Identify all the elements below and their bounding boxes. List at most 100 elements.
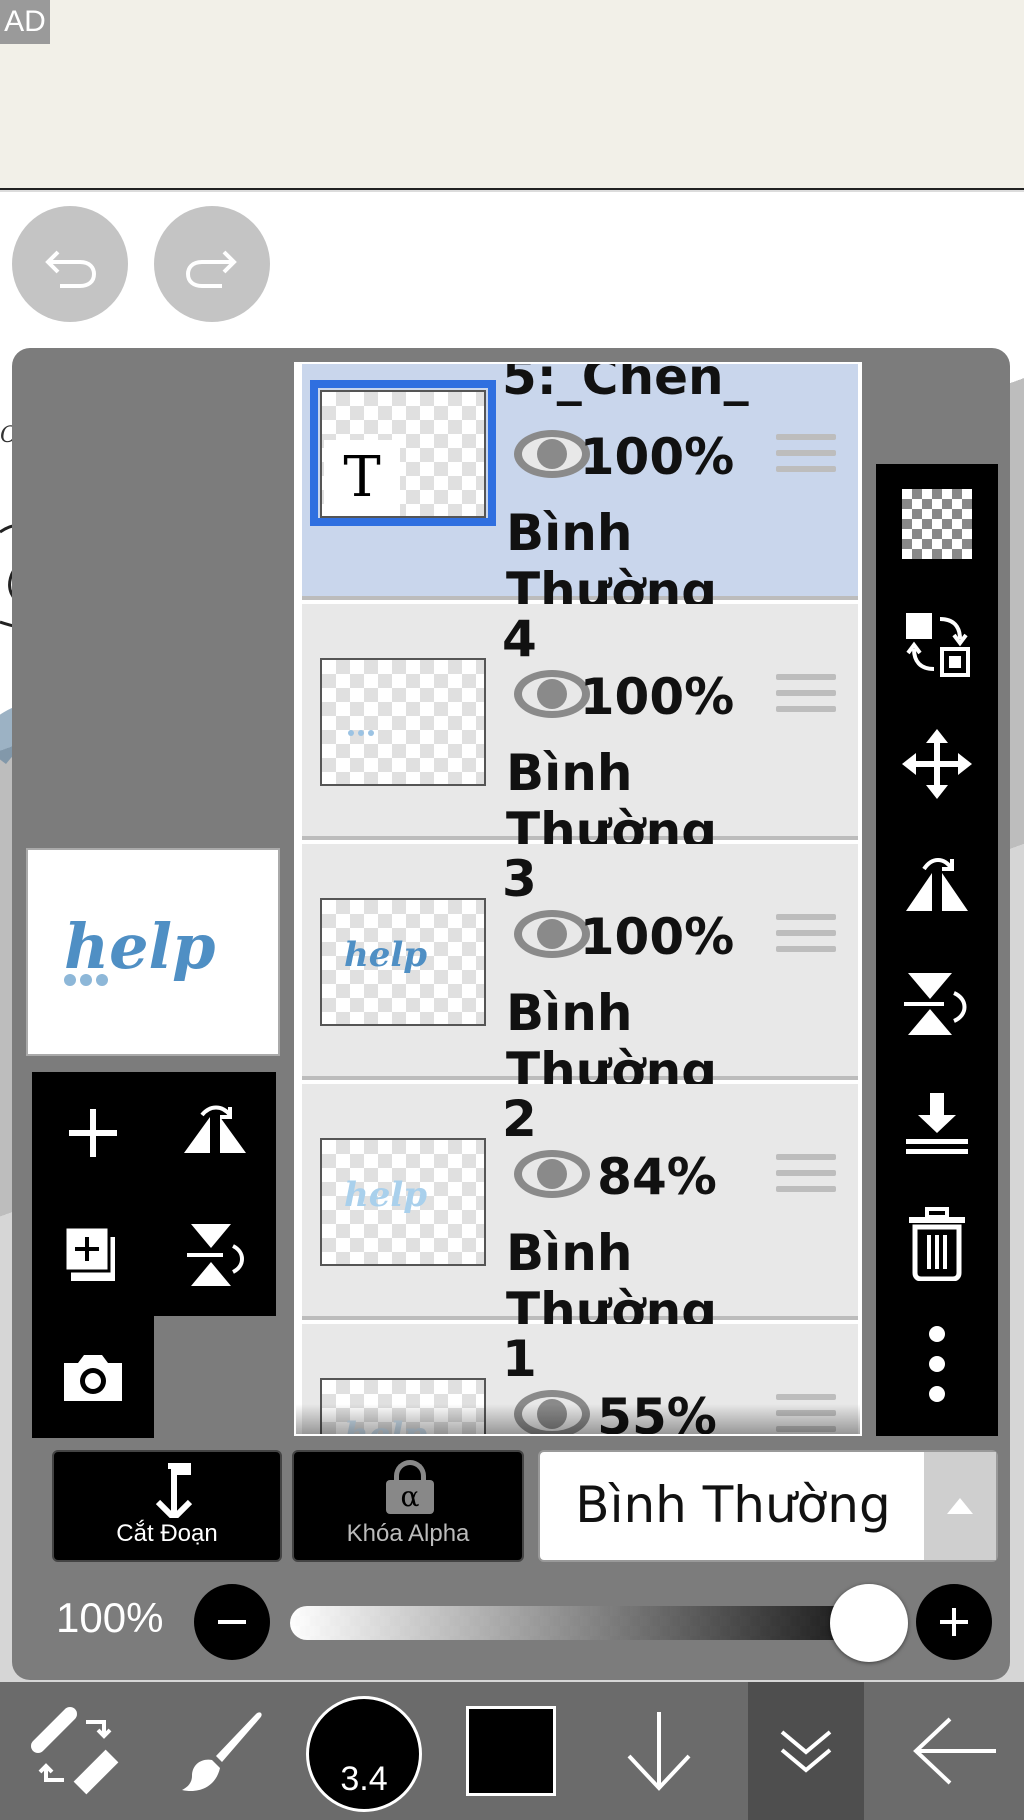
redo-icon (185, 250, 237, 288)
opacity-decrease-button[interactable] (194, 1584, 270, 1660)
flip-horizontal-icon (184, 1105, 246, 1153)
brush-size-indicator[interactable]: 3.4 (306, 1696, 422, 1812)
arrow-down-icon (627, 1712, 691, 1791)
tool-switch-button[interactable] (20, 1682, 130, 1820)
delete-layer-button[interactable] (876, 1184, 998, 1304)
transparency-button[interactable] (876, 464, 998, 584)
double-chevron-down-icon (780, 1730, 832, 1773)
move-icon (902, 729, 972, 799)
minus-icon (218, 1620, 246, 1624)
blend-mode-value: Bình Thường (575, 1476, 891, 1534)
layer-opacity: 100% (579, 668, 735, 726)
swap-icon (906, 613, 970, 677)
plus-icon (940, 1608, 968, 1636)
arrow-left-icon (913, 1717, 996, 1785)
drag-handle-icon[interactable] (776, 434, 836, 482)
layer-blend-mode: Bình Thường (506, 1224, 718, 1340)
drag-handle-icon[interactable] (776, 674, 836, 722)
alpha-symbol: α (386, 1480, 434, 1514)
layer-name: 3 (502, 850, 537, 908)
brush-icon (182, 1712, 262, 1792)
checkerboard-icon (902, 489, 972, 559)
color-swatch[interactable] (466, 1706, 556, 1796)
camera-button[interactable] (32, 1316, 154, 1438)
chevron-up-icon[interactable] (924, 1452, 996, 1560)
alpha-lock-button[interactable]: α Khóa Alpha (292, 1450, 524, 1562)
flip-horizontal-right-button[interactable] (876, 824, 998, 944)
ad-tag: AD (0, 0, 50, 44)
lock-icon: α (386, 1460, 434, 1514)
layer-name: 1 (502, 1330, 537, 1388)
duplicate-icon (63, 1225, 115, 1281)
clipping-label: Cắt Đoạn (116, 1520, 218, 1547)
merge-down-icon (906, 1093, 968, 1154)
layer-row-2[interactable]: help 2 84% Bình Thường (302, 1084, 858, 1340)
drag-handle-icon[interactable] (776, 1154, 836, 1202)
layer-thumbnail: T (320, 390, 486, 518)
plus-icon (69, 1109, 117, 1157)
layer-blend-mode: Bình Thường (506, 744, 718, 860)
layer-opacity: 84% (597, 1148, 717, 1206)
flip-horizontal-button[interactable] (154, 1072, 276, 1194)
clipping-button[interactable]: Cắt Đoạn (52, 1450, 282, 1562)
back-button[interactable] (900, 1682, 1010, 1820)
layer-list[interactable]: T 5:_Chen_ 100% Bình Thường 4 100% Bình … (294, 362, 862, 1436)
tool-switch-icon (31, 1707, 119, 1795)
layer-row-4[interactable]: 4 100% Bình Thường (302, 604, 858, 860)
more-icon (929, 1326, 945, 1402)
flip-horizontal-icon (906, 858, 968, 911)
swap-layer-button[interactable] (876, 584, 998, 704)
layer-name: 2 (502, 1090, 537, 1148)
clipping-icon (155, 1463, 193, 1518)
list-fade (296, 1404, 860, 1434)
flip-vertical-icon (187, 1224, 244, 1286)
opacity-value: 100% (56, 1594, 164, 1641)
canvas-preview[interactable]: help (26, 848, 280, 1056)
duplicate-layer-button[interactable] (32, 1194, 154, 1316)
layer-tools-right (876, 464, 998, 1436)
blend-mode-select[interactable]: Bình Thường (538, 1450, 998, 1562)
camera-icon (64, 1355, 122, 1401)
layer-blend-mode: Bình Thường (506, 504, 718, 620)
flip-vertical-button[interactable] (154, 1194, 276, 1316)
layer-blend-mode: Bình Thường (506, 984, 718, 1100)
flip-vertical-icon (904, 973, 967, 1035)
merge-down-button[interactable] (876, 1064, 998, 1184)
flip-vertical-right-button[interactable] (876, 944, 998, 1064)
layer-opacity: 100% (579, 908, 735, 966)
undo-button[interactable] (12, 206, 128, 322)
svg-text:help: help (344, 1175, 427, 1215)
thumb-mark (348, 730, 354, 736)
layer-tools-left (32, 1072, 276, 1316)
opacity-increase-button[interactable] (916, 1584, 992, 1660)
brush-size-value: 3.4 (340, 1760, 388, 1798)
preview-artwork: help (64, 910, 215, 986)
drag-handle-icon[interactable] (776, 914, 836, 962)
thumb-artwork: help (344, 935, 427, 975)
undo-icon (45, 250, 97, 288)
layer-thumbnail (320, 658, 486, 786)
ad-banner[interactable]: AD (0, 0, 1024, 190)
layer-thumbnail: help (320, 1138, 486, 1266)
brush-button[interactable] (166, 1682, 276, 1820)
more-options-button[interactable] (876, 1304, 998, 1424)
layer-row-5[interactable]: T 5:_Chen_ 100% Bình Thường (302, 364, 858, 620)
layer-opacity: 100% (579, 428, 735, 486)
scroll-down-button[interactable] (604, 1682, 714, 1820)
collapse-panel-button[interactable] (748, 1682, 864, 1820)
alpha-lock-label: Khóa Alpha (346, 1520, 470, 1547)
thumb-artwork: help (344, 1175, 427, 1215)
layer-tools-left-bottom (32, 1316, 154, 1438)
text-layer-icon: T (324, 440, 400, 516)
opacity-slider[interactable] (290, 1606, 890, 1640)
svg-text:help: help (344, 935, 427, 975)
opacity-slider-knob[interactable] (830, 1584, 908, 1662)
redo-button[interactable] (154, 206, 270, 322)
layer-name: 4 (502, 610, 537, 668)
move-layer-button[interactable] (876, 704, 998, 824)
add-layer-button[interactable] (32, 1072, 154, 1194)
bottom-toolbar: 3.4 (0, 1682, 1024, 1820)
trash-icon (909, 1207, 965, 1281)
layer-row-3[interactable]: help 3 100% Bình Thường (302, 844, 858, 1100)
layer-thumbnail: help (320, 898, 486, 1026)
